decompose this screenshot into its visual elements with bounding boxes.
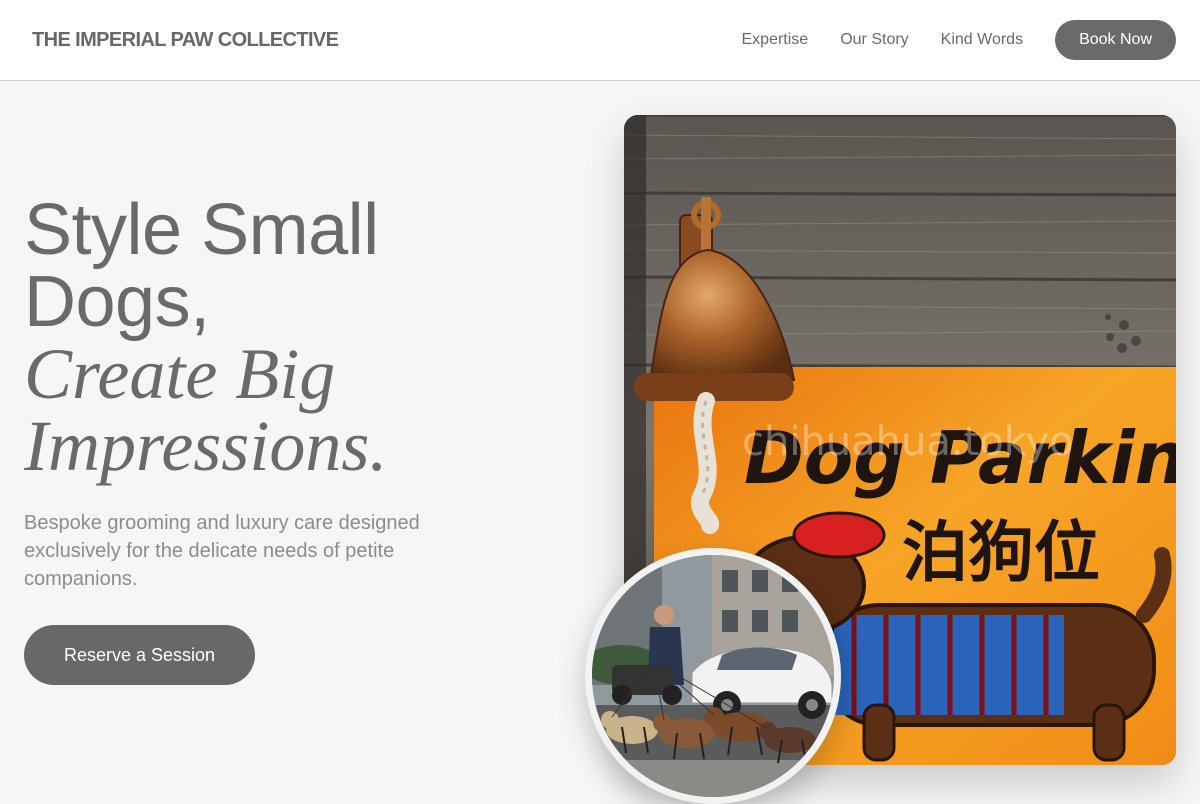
hero-title-line-2: Dogs, <box>24 262 210 342</box>
reserve-session-button[interactable]: Reserve a Session <box>24 625 255 685</box>
dog-walker-photo <box>585 548 841 804</box>
hero-title: Style Small Dogs, Create Big Impressions… <box>24 194 544 482</box>
hero-title-line-3: Create Big <box>24 334 336 414</box>
nav-link-expertise[interactable]: Expertise <box>742 20 809 60</box>
book-now-button[interactable]: Book Now <box>1055 20 1176 60</box>
nav-link-kind-words[interactable]: Kind Words <box>941 20 1023 60</box>
main-nav: Expertise Our Story Kind Words Book Now <box>742 20 1176 60</box>
brand-logo[interactable]: THE IMPERIAL PAW COLLECTIVE <box>32 28 339 52</box>
sign-text-cjk: 泊狗位 <box>902 514 1100 591</box>
hero-title-line-4: Impressions. <box>24 406 388 486</box>
site-header: THE IMPERIAL PAW COLLECTIVE Expertise Ou… <box>0 0 1200 81</box>
hero-subtitle: Bespoke grooming and luxury care designe… <box>24 512 420 590</box>
hero-title-line-1: Style Small <box>24 190 379 270</box>
nav-link-our-story[interactable]: Our Story <box>840 20 908 60</box>
watermark-text: chihuahua.tokyo <box>742 419 1074 465</box>
